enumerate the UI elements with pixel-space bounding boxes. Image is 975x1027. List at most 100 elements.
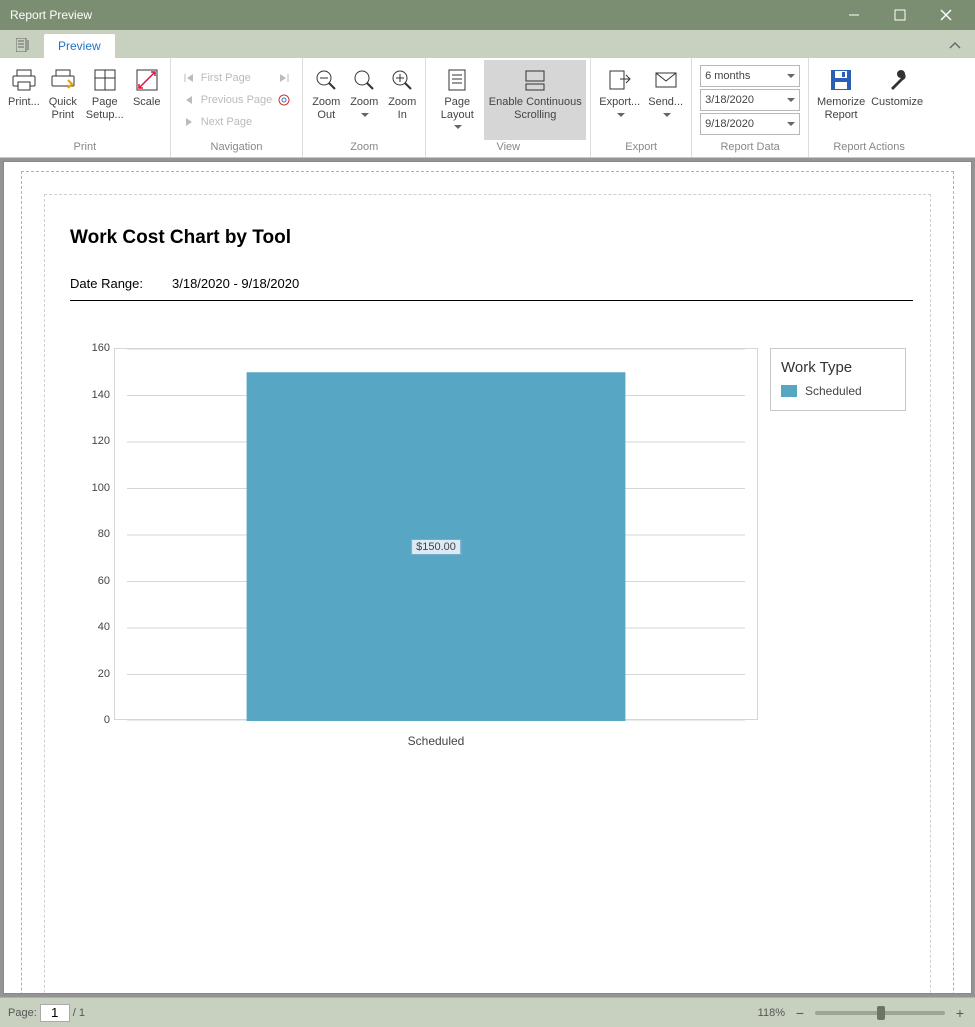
scale-button[interactable]: Scale [128, 60, 166, 140]
y-tick: 0 [70, 714, 110, 726]
customize-label: Customize [871, 96, 923, 109]
minimize-button[interactable] [831, 0, 877, 30]
previous-page-button[interactable]: Previous Page [181, 89, 293, 111]
y-tick: 100 [70, 482, 110, 494]
period-value: 6 months [705, 70, 750, 82]
date-from-value: 3/18/2020 [705, 94, 754, 106]
ribbon-group-report-data: 6 months 3/18/2020 9/18/2020 Report Data [692, 58, 809, 157]
app-menu-icon[interactable] [10, 32, 38, 58]
chart-plot-area: $150.00 [114, 348, 758, 720]
report-separator [70, 300, 913, 301]
y-tick: 140 [70, 389, 110, 401]
zoom-in-label: Zoom In [388, 96, 416, 121]
date-from-dropdown[interactable]: 3/18/2020 [700, 89, 800, 111]
ribbon-group-view: Page Layout Enable Continuous Scrolling … [426, 58, 591, 157]
zoom-button[interactable]: Zoom [345, 60, 383, 140]
caret-down-icon [663, 113, 671, 117]
enable-continuous-scrolling-button[interactable]: Enable Continuous Scrolling [484, 60, 586, 140]
print-button[interactable]: Print... [4, 60, 44, 140]
quick-print-button[interactable]: Quick Print [44, 60, 82, 140]
scale-label: Scale [133, 96, 161, 109]
send-label: Send... [648, 96, 683, 108]
previous-page-label: Previous Page [201, 94, 273, 106]
next-page-button[interactable]: Next Page [181, 111, 293, 133]
document-canvas: Work Cost Chart by Tool Date Range: 3/18… [3, 161, 972, 994]
y-tick: 60 [70, 575, 110, 587]
customize-button[interactable]: Customize [869, 60, 925, 140]
quick-print-label: Quick Print [49, 96, 77, 121]
zoom-group-label: Zoom [307, 141, 421, 157]
save-icon [829, 64, 853, 96]
zoom-in-button[interactable]: Zoom In [383, 60, 421, 140]
page-layout-label: Page Layout [441, 96, 474, 121]
export-group-label: Export [595, 141, 687, 157]
zoom-thumb[interactable] [877, 1006, 885, 1020]
zoom-out-button[interactable]: Zoom Out [307, 60, 345, 140]
ribbon-group-zoom: Zoom Out Zoom Zoom In Zoom [303, 58, 426, 157]
ribbon-collapse-button[interactable] [943, 34, 967, 58]
caret-down-icon [454, 125, 462, 129]
close-button[interactable] [923, 0, 969, 30]
nav-target-icon[interactable] [276, 94, 292, 106]
document-viewport[interactable]: Work Cost Chart by Tool Date Range: 3/18… [0, 158, 975, 997]
y-tick: 160 [70, 342, 110, 354]
legend-swatch [781, 385, 797, 397]
zoom-slider[interactable] [815, 1011, 945, 1015]
caret-down-icon [361, 113, 369, 117]
zoom-decrease-button[interactable]: − [793, 1005, 807, 1021]
zoom-label: Zoom [350, 96, 378, 108]
zoom-increase-button[interactable]: + [953, 1005, 967, 1021]
last-page-icon[interactable] [276, 73, 292, 83]
y-tick: 40 [70, 621, 110, 633]
first-page-button[interactable]: First Page [181, 67, 293, 89]
page-setup-button[interactable]: Page Setup... [82, 60, 128, 140]
y-tick: 20 [70, 668, 110, 680]
page-total: / 1 [73, 1007, 85, 1019]
x-tick: Scheduled [408, 734, 465, 748]
zoom-in-icon [390, 64, 414, 96]
first-page-label: First Page [201, 72, 251, 84]
ribbon: Print... Quick Print Page Setup... Scale… [0, 58, 975, 158]
ribbon-group-export: Export... Send... Export [591, 58, 692, 157]
tab-preview-label: Preview [58, 39, 101, 53]
legend-item-label: Scheduled [805, 384, 862, 398]
memorize-report-button[interactable]: Memorize Report [813, 60, 869, 140]
page-label: Page: [8, 1007, 37, 1019]
page-input[interactable] [40, 1004, 70, 1022]
next-page-icon [181, 117, 197, 127]
date-to-dropdown[interactable]: 9/18/2020 [700, 113, 800, 135]
navigation-group-label: Navigation [175, 141, 299, 157]
printer-icon [11, 64, 37, 96]
zoom-value: 118% [758, 1007, 785, 1019]
send-button[interactable]: Send... [644, 60, 687, 140]
continuous-scroll-icon [518, 64, 552, 96]
page-setup-label: Page Setup... [86, 96, 124, 121]
first-page-icon [181, 73, 197, 83]
chart-value-label: $150.00 [411, 539, 461, 555]
report-data-group-label: Report Data [696, 141, 804, 157]
y-tick: 120 [70, 435, 110, 447]
page-layout-button[interactable]: Page Layout [430, 60, 484, 140]
export-icon [608, 64, 632, 96]
maximize-button[interactable] [877, 0, 923, 30]
report-page: Work Cost Chart by Tool Date Range: 3/18… [21, 171, 954, 994]
legend-title: Work Type [781, 359, 895, 376]
caret-down-icon [617, 113, 625, 117]
tab-preview[interactable]: Preview [44, 34, 115, 58]
view-group-label: View [430, 141, 586, 157]
zoom-out-icon [314, 64, 338, 96]
status-bar: Page: / 1 118% − + [0, 997, 975, 1027]
date-range-label: Date Range: [70, 276, 143, 291]
export-button[interactable]: Export... [595, 60, 644, 140]
page-setup-icon [93, 64, 117, 96]
ribbon-group-navigation: First Page Previous Page Next Page Navig… [171, 58, 304, 157]
send-icon [654, 64, 678, 96]
ribbon-group-print: Print... Quick Print Page Setup... Scale… [0, 58, 171, 157]
wrench-icon [885, 64, 909, 96]
enable-continuous-scrolling-label: Enable Continuous Scrolling [489, 96, 582, 121]
page-layout-icon [447, 64, 467, 96]
report-actions-group-label: Report Actions [813, 141, 925, 157]
window-title: Report Preview [10, 8, 831, 22]
date-range-value: 3/18/2020 - 9/18/2020 [172, 276, 299, 291]
period-dropdown[interactable]: 6 months [700, 65, 800, 87]
